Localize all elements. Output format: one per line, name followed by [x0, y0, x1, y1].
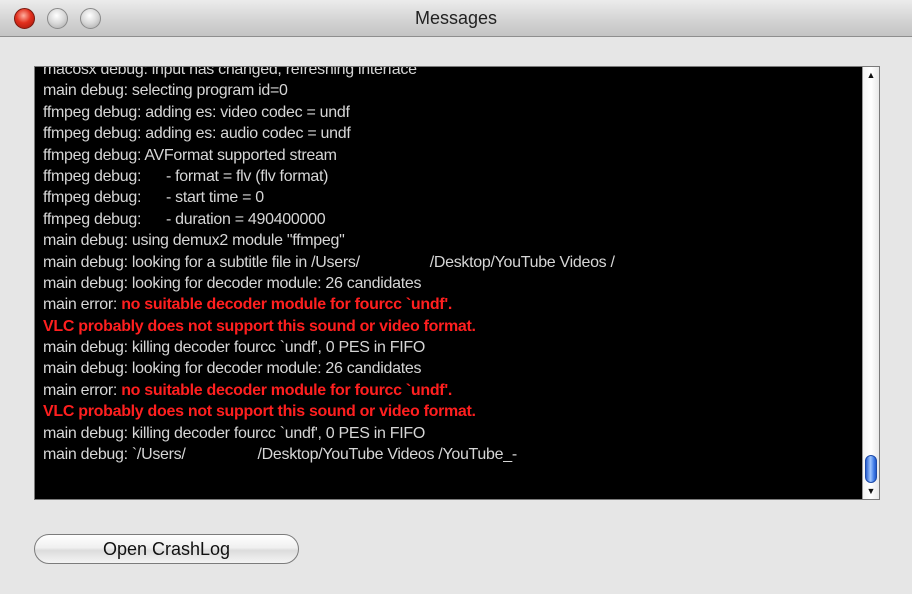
vertical-scrollbar[interactable]: ▲ ▼ — [862, 67, 879, 499]
log-line: main debug: looking for decoder module: … — [43, 358, 863, 379]
scrollbar-thumb[interactable] — [865, 455, 877, 483]
log-line-text: main debug: using demux2 module "ffmpeg" — [43, 232, 345, 250]
log-line-text: main debug: looking for decoder module: … — [43, 360, 422, 378]
log-line-text: ffmpeg debug: adding es: audio codec = u… — [43, 125, 351, 143]
log-line: ffmpeg debug: - start time = 0 — [43, 187, 863, 208]
log-line-text: main error: — [43, 296, 122, 314]
log-error-text: no suitable decoder module for fourcc `u… — [121, 381, 452, 399]
log-line: main debug: using demux2 module "ffmpeg" — [43, 230, 863, 251]
log-line: main debug: `/Users/ /Desktop/YouTube Vid… — [43, 444, 863, 465]
log-line-text: ffmpeg debug: adding es: video codec = u… — [43, 103, 350, 121]
log-line: main error: no suitable decoder module f… — [43, 294, 863, 315]
log-line-text: ffmpeg debug: - start time = 0 — [43, 189, 264, 207]
log-line: main error: no suitable decoder module f… — [43, 380, 863, 401]
log-line: main debug: looking for decoder module: … — [43, 273, 863, 294]
log-line-text: ffmpeg debug: - format = flv (flv format… — [43, 167, 329, 185]
log-line-text: ffmpeg debug: - duration = 490400000 — [43, 210, 326, 228]
log-line-text: main debug: looking for decoder module: … — [43, 274, 422, 292]
log-error-text: no suitable decoder module for fourcc `u… — [121, 296, 452, 314]
log-line: ffmpeg debug: adding es: audio codec = u… — [43, 123, 863, 144]
scroll-down-arrow-icon[interactable]: ▼ — [863, 484, 879, 498]
log-line: main debug: killing decoder fourcc `undf… — [43, 337, 863, 358]
log-error-text: VLC probably does not support this sound… — [43, 317, 476, 335]
log-line-path: /Desktop/YouTube Videos / — [429, 253, 615, 271]
log-line: main debug: looking for a subtitle file … — [43, 252, 863, 273]
open-crashlog-button[interactable]: Open CrashLog — [34, 534, 299, 564]
log-line-text: main debug: killing decoder fourcc `undf… — [43, 339, 426, 357]
log-line-text: main debug: killing decoder fourcc `undf… — [43, 424, 426, 442]
log-line-text: macosx debug: input has changed, refresh… — [43, 66, 417, 78]
log-line: macosx debug: input has changed, refresh… — [43, 66, 863, 80]
messages-window: Messages macosx debug: input has changed… — [0, 0, 912, 594]
log-line: VLC probably does not support this sound… — [43, 316, 863, 337]
log-line-text: main debug: looking for a subtitle file … — [43, 253, 360, 271]
log-line: ffmpeg debug: AVFormat supported stream — [43, 145, 863, 166]
log-line: ffmpeg debug: - format = flv (flv format… — [43, 166, 863, 187]
log-line: ffmpeg debug: - duration = 490400000 — [43, 209, 863, 230]
log-text: macosx debug: input has changed, refresh… — [43, 66, 863, 465]
log-line: main debug: killing decoder fourcc `undf… — [43, 423, 863, 444]
log-error-text: VLC probably does not support this sound… — [43, 403, 476, 421]
window-title: Messages — [414, 8, 498, 28]
log-line-path: /Desktop/YouTube Videos /YouTube_- — [257, 446, 518, 464]
title-bar[interactable]: Messages — [0, 0, 912, 37]
log-line-text: main error: — [43, 381, 122, 399]
log-line-text: ffmpeg debug: AVFormat supported stream — [43, 146, 337, 164]
log-line: main debug: selecting program id=0 — [43, 80, 863, 101]
log-line-text: main debug: `/Users/ — [43, 446, 186, 464]
scroll-up-arrow-icon[interactable]: ▲ — [863, 68, 879, 82]
log-line: VLC probably does not support this sound… — [43, 401, 863, 422]
messages-log-view[interactable]: macosx debug: input has changed, refresh… — [34, 66, 880, 500]
log-line-text: main debug: selecting program id=0 — [43, 82, 288, 100]
log-line: ffmpeg debug: adding es: video codec = u… — [43, 102, 863, 123]
